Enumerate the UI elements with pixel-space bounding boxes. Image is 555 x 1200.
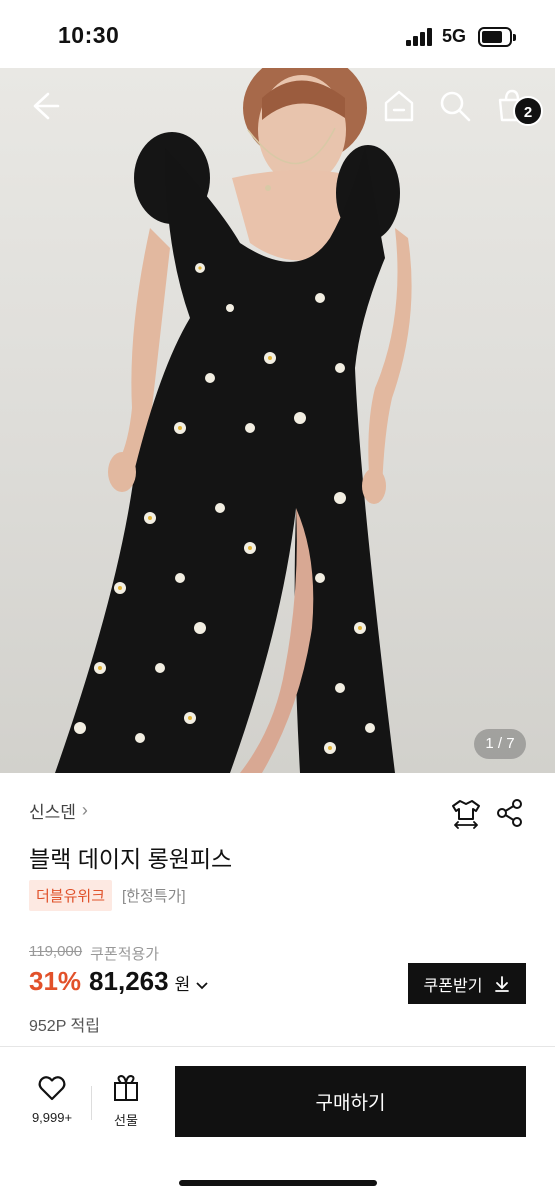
get-coupon-button[interactable]: 쿠폰받기 bbox=[408, 963, 526, 1004]
buy-label: 구매하기 bbox=[315, 1093, 386, 1114]
product-title: 블랙 데이지 롱원피스 bbox=[29, 846, 233, 872]
get-coupon-label: 쿠폰받기 bbox=[423, 977, 483, 995]
back-arrow-icon[interactable] bbox=[26, 88, 62, 124]
size-guide-icon[interactable] bbox=[450, 797, 482, 829]
bottom-bar-separator bbox=[91, 1086, 92, 1120]
share-icon[interactable] bbox=[494, 797, 526, 829]
status-bar: 10:30 5G bbox=[0, 0, 555, 68]
currency-label: 원 bbox=[174, 975, 191, 994]
reward-points: 952P 적립 bbox=[29, 1018, 100, 1035]
like-button[interactable]: 9,999+ bbox=[22, 1075, 82, 1135]
gift-label: 선물 bbox=[114, 1113, 138, 1128]
discount-rate: 31% bbox=[29, 966, 82, 996]
coupon-price-label: 쿠폰적용가 bbox=[90, 946, 160, 963]
original-price: 119,000 bbox=[29, 943, 83, 960]
home-indicator bbox=[179, 1180, 377, 1186]
image-page-indicator: 1 / 7 bbox=[474, 729, 526, 759]
promo-tag: 더블유위크 bbox=[29, 880, 113, 911]
section-divider bbox=[0, 1046, 555, 1047]
home-icon[interactable] bbox=[381, 88, 417, 124]
chevron-down-icon[interactable] bbox=[196, 977, 208, 993]
search-icon[interactable] bbox=[437, 88, 473, 124]
status-time: 10:30 bbox=[58, 22, 120, 48]
heart-icon bbox=[38, 1076, 66, 1101]
like-count: 9,999+ bbox=[31, 1110, 73, 1125]
chevron-right-icon: › bbox=[81, 800, 88, 820]
battery-icon bbox=[478, 27, 516, 47]
price-row[interactable]: 31% 81,263 원 bbox=[29, 966, 208, 997]
signal-icon bbox=[406, 28, 436, 46]
brand-name: 신스덴 bbox=[29, 803, 76, 822]
cart-count-badge: 2 bbox=[513, 96, 543, 126]
gift-button[interactable]: 선물 bbox=[100, 1074, 152, 1135]
network-label: 5G bbox=[442, 26, 467, 46]
brand-link[interactable]: 신스덴 › bbox=[29, 798, 88, 823]
product-image-carousel[interactable]: 2 1 / 7 bbox=[0, 68, 555, 773]
limited-tag: [한정특가] bbox=[122, 888, 186, 905]
download-icon bbox=[495, 975, 510, 992]
gift-icon bbox=[114, 1074, 138, 1101]
buy-button[interactable]: 구매하기 bbox=[175, 1066, 526, 1137]
product-tags: 더블유위크 [한정특가] bbox=[29, 880, 188, 911]
sale-price: 81,263 bbox=[89, 966, 169, 996]
product-photo bbox=[55, 68, 412, 773]
original-price-row: 119,000 쿠폰적용가 bbox=[29, 943, 159, 964]
